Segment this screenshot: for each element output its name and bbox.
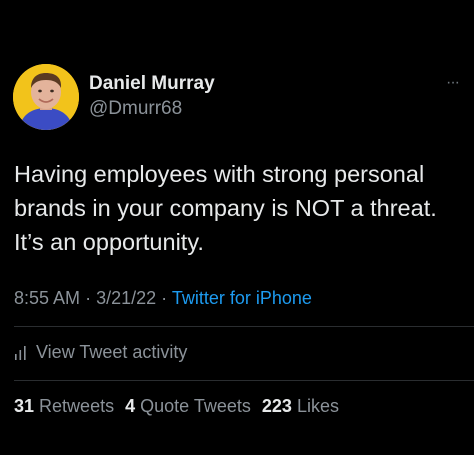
likes-count: 223: [261, 396, 292, 416]
meta-separator: ·: [161, 288, 168, 308]
likes-stat[interactable]: 223 Likes: [262, 396, 339, 416]
engagement-stats: 31 Retweets 4 Quote Tweets 223 Likes: [14, 396, 345, 417]
bar-chart-icon: [15, 345, 26, 360]
avatar[interactable]: [13, 64, 79, 130]
tweet-meta: 8:55 AM · 3/21/22 · Twitter for iPhone: [14, 288, 312, 309]
quote-tweets-count: 4: [125, 396, 136, 416]
tweet-detail: Daniel Murray @Dmurr68 ··· Having employ…: [0, 0, 474, 455]
tweet-date[interactable]: 3/21/22: [96, 288, 156, 308]
tweet-text: Having employees with strong personal br…: [14, 161, 437, 255]
quote-tweets-stat[interactable]: 4 Quote Tweets: [125, 396, 256, 416]
avatar-photo-icon: [13, 64, 79, 130]
tweet-source-link[interactable]: Twitter for iPhone: [172, 288, 312, 308]
meta-separator: ·: [85, 288, 92, 308]
likes-label: Likes: [296, 396, 339, 416]
view-activity-button[interactable]: View Tweet activity: [14, 342, 187, 363]
tweet-time[interactable]: 8:55 AM: [14, 288, 80, 308]
author-handle[interactable]: @Dmurr68: [89, 98, 182, 120]
divider: [14, 380, 474, 381]
quote-tweets-label: Quote Tweets: [140, 396, 251, 416]
retweets-count: 31: [14, 396, 35, 416]
author-name[interactable]: Daniel Murray: [89, 73, 215, 95]
view-activity-label: View Tweet activity: [36, 342, 188, 362]
retweets-label: Retweets: [39, 396, 115, 416]
retweets-stat[interactable]: 31 Retweets: [14, 396, 119, 416]
divider: [14, 326, 474, 327]
more-icon[interactable]: ···: [446, 74, 460, 92]
